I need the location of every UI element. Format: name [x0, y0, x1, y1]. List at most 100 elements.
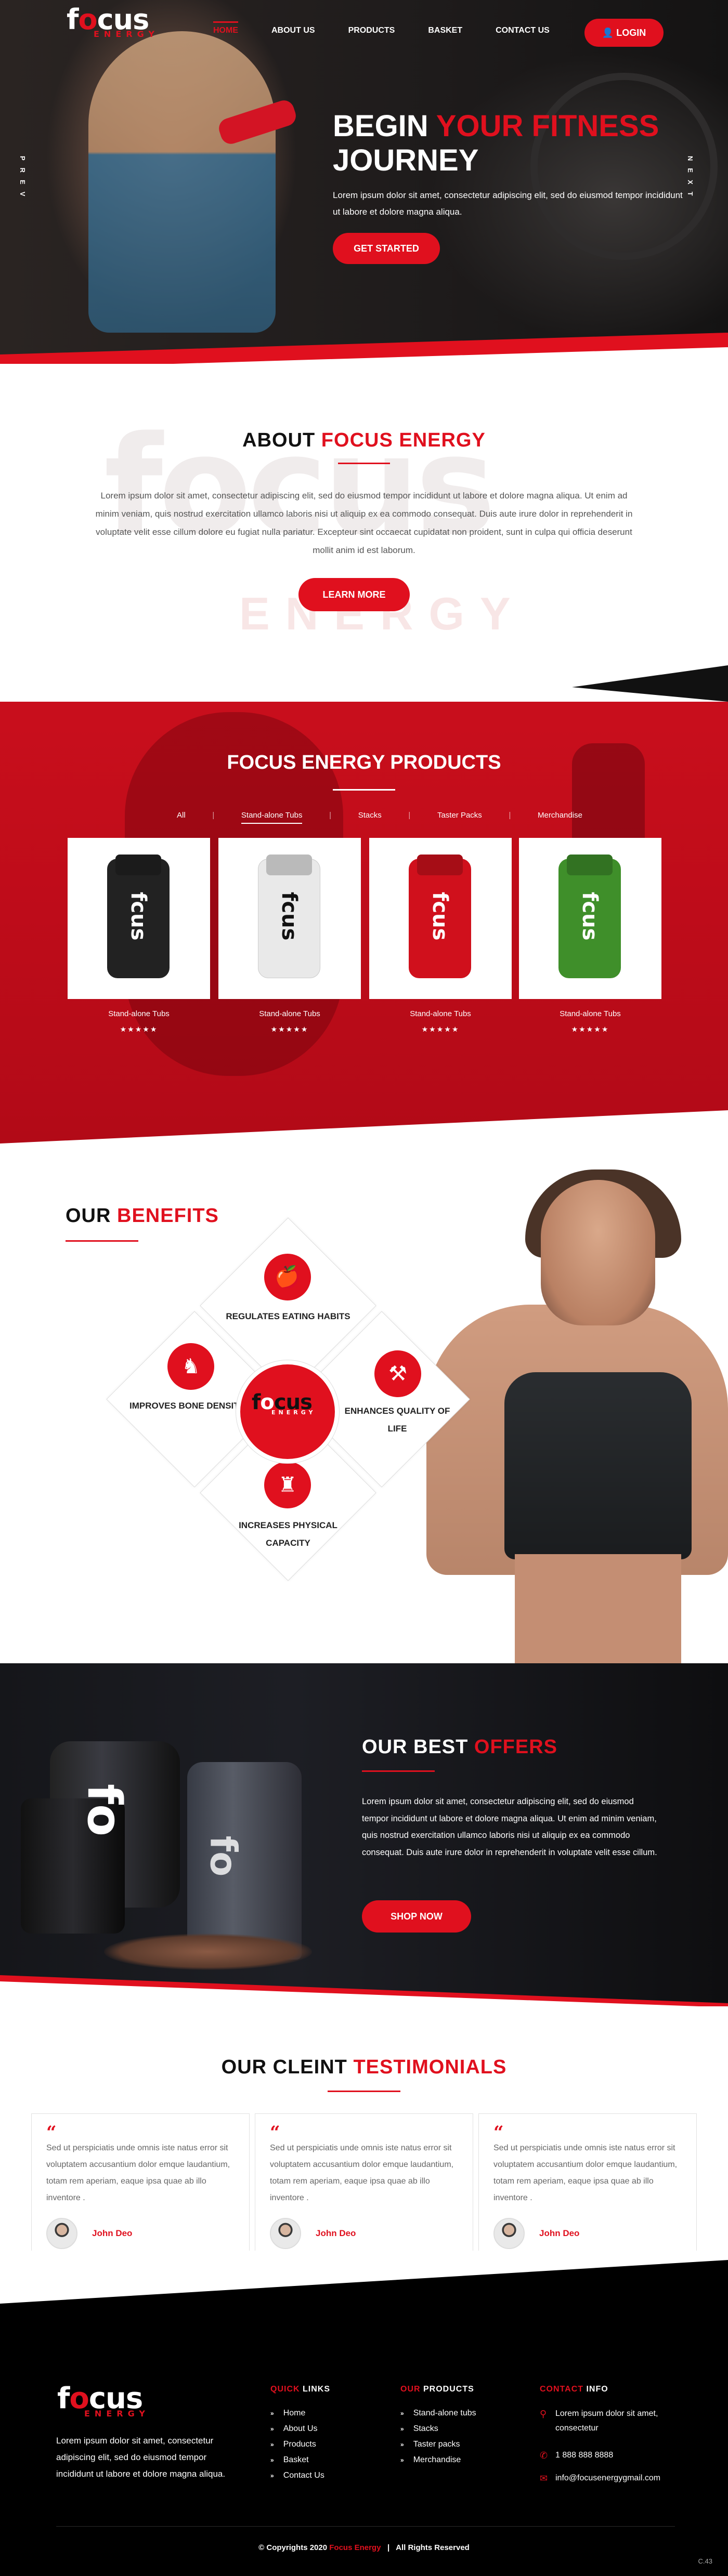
woman-waist: [515, 1554, 681, 1663]
footer-link-item[interactable]: » Taster packs: [400, 2437, 476, 2452]
footer-link-item[interactable]: » About Us: [270, 2421, 330, 2437]
footer-link-item[interactable]: » Contact Us: [270, 2468, 330, 2483]
hero-section: fofocuscus ENERGY HOME ABOUT US PRODUCTS…: [0, 0, 728, 364]
logo-subtitle: ENERGY: [94, 29, 159, 39]
copyright-brand[interactable]: Focus Energy: [329, 2543, 381, 2552]
benefits-title: OUR BENEFITS: [66, 1205, 219, 1227]
footer-link-item[interactable]: » Products: [270, 2437, 330, 2452]
product-name: Stand-alone Tubs: [259, 1009, 320, 1018]
testimonials-section: OUR CLEINT TESTIMONIALS “ Sed ut perspic…: [0, 2006, 728, 2259]
benefit-label: REGULATES EATING HABITS: [226, 1311, 350, 1321]
about-text: Lorem ipsum dolor sit amet, consectetur …: [95, 491, 633, 555]
benefit-label: IMPROVES BONE DENSITY: [129, 1401, 245, 1411]
about-section: focus ENERGY ABOUT FOCUS ENERGY Lorem ip…: [0, 364, 728, 702]
benefit-label: INCREASES PHYSICAL CAPACITY: [239, 1520, 337, 1548]
nav-link-products[interactable]: PRODUCTS: [348, 26, 395, 35]
footer-link-merchandise[interactable]: Merchandise: [413, 2455, 461, 2464]
filter-tab-taster-packs[interactable]: Taster Packs: [437, 811, 482, 824]
heading-red: QUICK: [270, 2385, 300, 2394]
woman-sports-top: [504, 1372, 692, 1559]
nav-link-home[interactable]: HOME: [213, 21, 238, 35]
offers-title: OUR BEST OFFERS: [362, 1736, 557, 1758]
offers-title-underline: [362, 1770, 435, 1772]
heading-red: OUR: [400, 2385, 421, 2394]
map-pin-icon: ⚲: [540, 2409, 547, 2419]
footer-link-contact-us[interactable]: Contact Us: [283, 2471, 324, 2480]
testimonial-text: Sed ut perspiciatis unde omnis iste natu…: [270, 2144, 454, 2202]
footer-phone[interactable]: ✆ 1 888 888 8888: [540, 2448, 613, 2463]
about-title-underline: [338, 463, 390, 464]
footer-link-basket[interactable]: Basket: [283, 2455, 309, 2464]
product-card[interactable]: fcus: [68, 838, 210, 999]
footer-link-item[interactable]: » Basket: [270, 2452, 330, 2468]
offers-title-red: OFFERS: [474, 1736, 558, 1758]
footer-address: ⚲ Lorem ipsum dolor sit amet, consectetur: [540, 2407, 665, 2436]
nav-link-basket[interactable]: BASKET: [428, 26, 462, 35]
footer-link-products[interactable]: Products: [283, 2440, 316, 2449]
footer-link-taster-packs[interactable]: Taster packs: [413, 2440, 460, 2449]
testimonial-text: Sed ut perspiciatis unde omnis iste natu…: [46, 2144, 230, 2202]
product-rating-stars: ★★★★★: [120, 1025, 158, 1033]
prev-slide-button[interactable]: PREV: [19, 156, 27, 203]
chevron-right-icon: »: [400, 2410, 404, 2417]
heading-white: PRODUCTS: [420, 2385, 474, 2394]
product-name: Stand-alone Tubs: [410, 1009, 471, 1018]
avatar: [270, 2218, 301, 2249]
product-card[interactable]: fcus: [519, 838, 661, 999]
tub-logo-mark: fo: [77, 1784, 132, 1836]
about-title-black: ABOUT: [242, 429, 321, 451]
copyright-separator: |: [381, 2543, 396, 2552]
product-name: Stand-alone Tubs: [108, 1009, 170, 1018]
chevron-right-icon: »: [270, 2410, 274, 2417]
product-card[interactable]: fcus: [369, 838, 512, 999]
footer-brand-logo[interactable]: focus ENERGY: [57, 2384, 150, 2419]
get-started-button[interactable]: GET STARTED: [333, 233, 440, 264]
hero-title-white: BEGIN: [333, 109, 436, 143]
shop-now-button[interactable]: SHOP NOW: [362, 1900, 471, 1933]
footer-link-stacks[interactable]: Stacks: [413, 2424, 438, 2433]
next-slide-button[interactable]: NEXT: [686, 156, 694, 203]
brand-logo[interactable]: fofocuscus ENERGY: [67, 3, 159, 40]
testimonial-card: “ Sed ut perspiciatis unde omnis iste na…: [31, 2113, 250, 2259]
product-card[interactable]: fcus: [218, 838, 361, 999]
nav-link-contact-us[interactable]: CONTACT US: [496, 26, 550, 35]
benefits-section: OUR BENEFITS 🍎 REGULATES EATING HABITS ⚒…: [0, 1144, 728, 1663]
testimonial-author: John Deo: [539, 2228, 580, 2238]
footer-products-heading: OUR PRODUCTS: [400, 2385, 476, 2394]
footer-link-item[interactable]: » Stand-alone tubs: [400, 2406, 476, 2421]
jar-cap: [266, 855, 312, 875]
heading-white: INFO: [583, 2385, 608, 2394]
filter-tab-merchandise[interactable]: Merchandise: [538, 811, 582, 824]
testimonial-author: John Deo: [92, 2228, 133, 2238]
login-label: LOGIN: [616, 28, 646, 38]
footer-link-about-us[interactable]: About Us: [283, 2424, 318, 2433]
footer-link-item[interactable]: » Merchandise: [400, 2452, 476, 2468]
footer-link-item[interactable]: » Home: [270, 2406, 330, 2421]
footer-link-item[interactable]: » Stacks: [400, 2421, 476, 2437]
about-black-divider: [572, 665, 728, 702]
logo-wordmark: fofocuscus: [67, 3, 149, 36]
products-title: FOCUS ENERGY PRODUCTS: [227, 752, 501, 773]
dumbbell-icon: ⚒: [374, 1350, 421, 1397]
phone-text: 1 888 888 8888: [555, 2451, 614, 2460]
brand-logo: focus ENERGY: [252, 1392, 316, 1416]
learn-more-button[interactable]: LEARN MORE: [298, 578, 410, 611]
testimonials-title-black: OUR CLEINT: [221, 2056, 354, 2078]
footer-link-home[interactable]: Home: [283, 2409, 306, 2417]
filter-tab-stand-alone-tubs[interactable]: Stand-alone Tubs: [241, 811, 303, 824]
footer-products: OUR PRODUCTS » Stand-alone tubs » Stacks »…: [400, 2385, 476, 2468]
login-button[interactable]: 👤 LOGIN: [584, 19, 664, 47]
version-label: C.43: [698, 2557, 712, 2565]
jar-label: fcus: [428, 892, 452, 941]
shaker-logo-mark: fo: [202, 1835, 245, 1877]
filter-tab-stacks[interactable]: Stacks: [358, 811, 382, 824]
footer-email[interactable]: ✉ info@focusenergygmail.com: [540, 2471, 660, 2486]
filter-tab-all[interactable]: All: [177, 811, 186, 824]
testimonial-card: “ Sed ut perspiciatis unde omnis iste na…: [255, 2113, 473, 2259]
footer-link-stand-alone-tubs[interactable]: Stand-alone tubs: [413, 2409, 476, 2417]
footer-contact: CONTACT INFO: [540, 2385, 608, 2406]
about-title-red: FOCUS ENERGY: [321, 429, 486, 451]
mail-icon: ✉: [540, 2473, 548, 2483]
nav-link-about-us[interactable]: ABOUT US: [271, 26, 315, 35]
product-filter-tabs: All | Stand-alone Tubs | Stacks | Taster…: [177, 811, 582, 824]
